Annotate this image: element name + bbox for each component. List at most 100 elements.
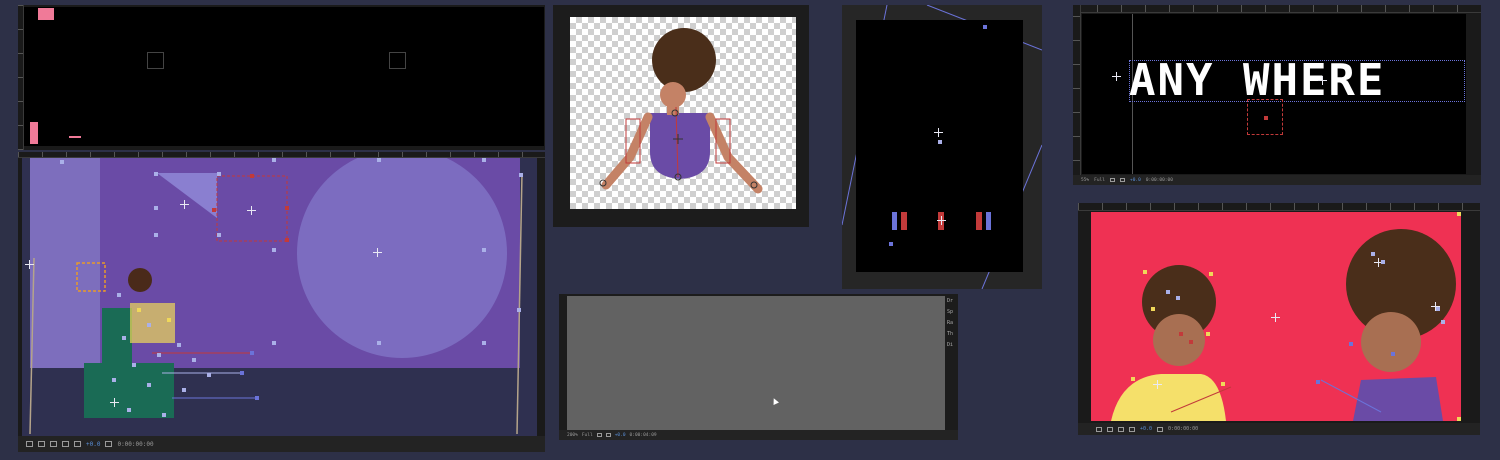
timecode[interactable]: 0:00:04:09 <box>630 433 657 438</box>
mask-icon[interactable] <box>50 441 57 447</box>
quality-select[interactable]: Full <box>1094 178 1105 183</box>
transform-handle[interactable] <box>1381 260 1385 264</box>
pink-layer-top[interactable] <box>38 8 54 20</box>
transform-handle[interactable] <box>137 308 141 312</box>
grid-icon[interactable] <box>1109 178 1115 182</box>
transform-handle[interactable] <box>147 383 151 387</box>
exposure-value[interactable]: +0.0 <box>86 441 100 448</box>
transparency-canvas[interactable] <box>570 17 796 209</box>
grid-icon[interactable] <box>596 433 602 437</box>
transform-handle[interactable] <box>1143 270 1147 274</box>
transform-handle[interactable] <box>1264 116 1268 120</box>
anchor-point[interactable] <box>934 128 943 137</box>
channel-icon[interactable] <box>62 441 69 447</box>
transform-handle[interactable] <box>122 336 126 340</box>
transform-handle[interactable] <box>482 248 486 252</box>
side-label[interactable]: Dr <box>947 296 958 307</box>
timecode[interactable]: 0:00:00:00 <box>1146 178 1173 183</box>
transform-handle[interactable] <box>1349 342 1353 346</box>
transform-handle[interactable] <box>1151 307 1155 311</box>
empty-layer-box[interactable] <box>389 52 406 69</box>
transform-handle[interactable] <box>938 140 942 144</box>
layer-block[interactable] <box>892 212 897 230</box>
transform-handle[interactable] <box>1189 340 1193 344</box>
transform-handle[interactable] <box>1206 332 1210 336</box>
transform-handle[interactable] <box>1457 417 1461 421</box>
region-icon[interactable] <box>26 441 33 447</box>
transform-handle[interactable] <box>377 341 381 345</box>
anchor-point[interactable] <box>937 216 946 225</box>
anchor-point[interactable] <box>1318 76 1327 85</box>
anchor-point[interactable] <box>1153 380 1162 389</box>
timecode[interactable]: 0:00:00:00 <box>117 441 153 448</box>
zoom-select[interactable]: 55% <box>1081 178 1089 183</box>
exposure-value[interactable]: +0.0 <box>1130 178 1141 183</box>
transform-handle[interactable] <box>517 308 521 312</box>
transform-handle[interactable] <box>154 206 158 210</box>
transform-handle[interactable] <box>147 323 151 327</box>
transform-handle[interactable] <box>217 233 221 237</box>
transform-handle[interactable] <box>212 208 216 212</box>
transform-handle[interactable] <box>217 172 221 176</box>
transform-handle[interactable] <box>983 25 987 29</box>
transform-handle[interactable] <box>1131 377 1135 381</box>
exposure-value[interactable]: +0.0 <box>1140 426 1152 432</box>
transform-handle[interactable] <box>1391 352 1395 356</box>
transform-handle[interactable] <box>1166 290 1170 294</box>
transform-handle[interactable] <box>1179 332 1183 336</box>
mask-icon[interactable] <box>1119 178 1125 182</box>
grid-icon[interactable] <box>1107 426 1113 432</box>
gray-canvas[interactable] <box>567 296 945 430</box>
transform-handle[interactable] <box>272 341 276 345</box>
transform-handle[interactable] <box>482 341 486 345</box>
transform-handle[interactable] <box>117 293 121 297</box>
grid-icon[interactable] <box>38 441 45 447</box>
transform-handle[interactable] <box>1371 252 1375 256</box>
transform-handle[interactable] <box>60 160 64 164</box>
text-bounding-box[interactable] <box>1129 60 1465 102</box>
comp-canvas[interactable] <box>22 158 537 436</box>
anchor-point[interactable] <box>180 200 189 209</box>
transform-handle[interactable] <box>255 396 259 400</box>
transform-handle[interactable] <box>182 388 186 392</box>
transform-handle[interactable] <box>1441 320 1445 324</box>
anchor-point[interactable] <box>373 248 382 257</box>
timecode[interactable]: 0:00:00:00 <box>1168 426 1198 432</box>
transform-handle[interactable] <box>207 373 211 377</box>
pink-layer-line[interactable] <box>69 136 81 138</box>
transform-handle[interactable] <box>177 343 181 347</box>
transform-handle[interactable] <box>272 248 276 252</box>
anchor-point[interactable] <box>110 398 119 407</box>
camera-icon[interactable] <box>105 441 113 447</box>
transform-handle[interactable] <box>162 413 166 417</box>
comp-canvas[interactable]: ANY WHERE <box>1082 14 1466 174</box>
comp-canvas[interactable] <box>24 7 544 146</box>
transform-handle[interactable] <box>132 363 136 367</box>
pink-layer-bar[interactable] <box>30 122 38 144</box>
transform-handle[interactable] <box>112 378 116 382</box>
quality-select[interactable]: Full <box>582 433 593 438</box>
region-icon[interactable] <box>1096 426 1102 432</box>
anchor-point[interactable] <box>1271 313 1280 322</box>
side-label[interactable]: Di <box>947 340 958 351</box>
transform-handle[interactable] <box>1436 307 1440 311</box>
mask-icon[interactable] <box>605 433 611 437</box>
transform-handle[interactable] <box>154 172 158 176</box>
anchor-point[interactable] <box>247 206 256 215</box>
transform-handle[interactable] <box>285 206 289 210</box>
transform-handle[interactable] <box>889 242 893 246</box>
comp-canvas[interactable] <box>1091 212 1461 421</box>
mask-icon[interactable] <box>1118 426 1124 432</box>
transform-handle[interactable] <box>482 158 486 162</box>
transparency-icon[interactable] <box>74 441 81 447</box>
transform-handle[interactable] <box>377 158 381 162</box>
side-label[interactable]: Th <box>947 329 958 340</box>
layer-block[interactable] <box>986 212 991 230</box>
transform-handle[interactable] <box>167 318 171 322</box>
transform-handle[interactable] <box>250 351 254 355</box>
transform-handle[interactable] <box>1316 380 1320 384</box>
transform-handle[interactable] <box>1176 296 1180 300</box>
transform-handle[interactable] <box>154 233 158 237</box>
transform-handle[interactable] <box>285 238 289 242</box>
anchor-point[interactable] <box>25 260 34 269</box>
